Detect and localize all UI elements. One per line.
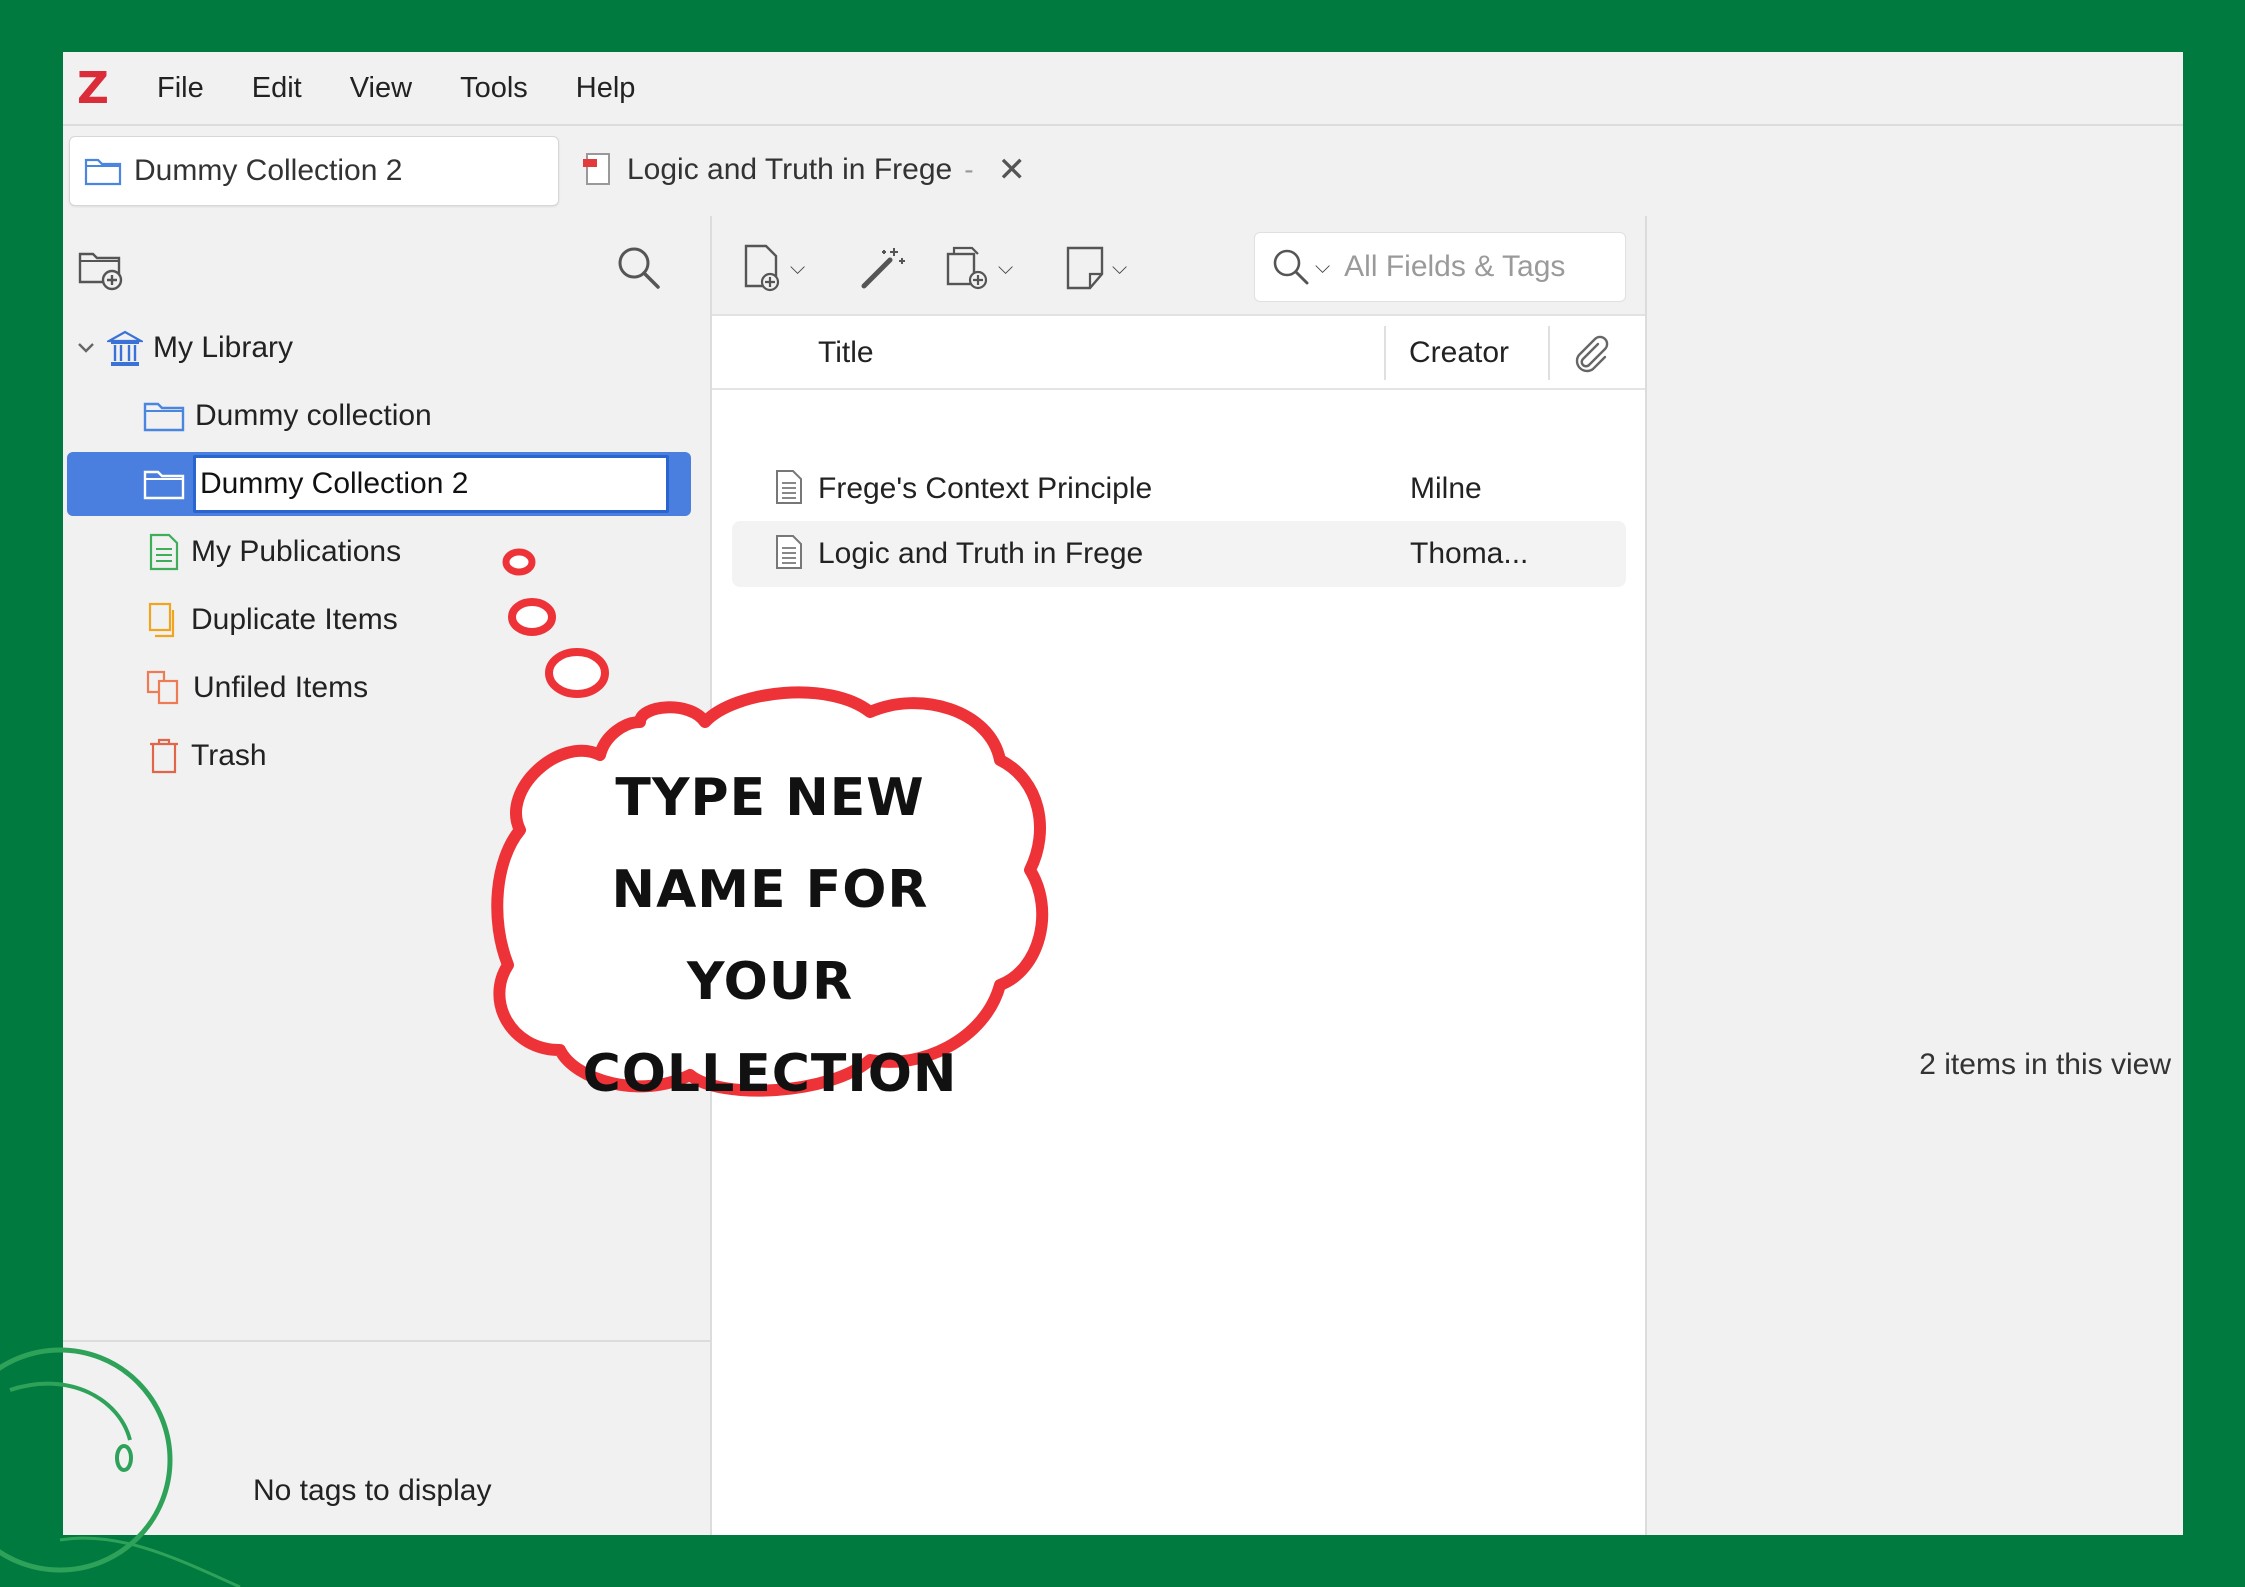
zotero-logo: Z (77, 62, 109, 114)
item-title: Logic and Truth in Frege (818, 537, 1144, 570)
item-pane: 2 items in this view (1647, 216, 2183, 1535)
chevron-down-icon[interactable]: ⌵ (1315, 256, 1330, 279)
close-icon[interactable]: ✕ (998, 150, 1027, 190)
tree-item-label: My Publications (191, 535, 402, 568)
document-icon (774, 534, 804, 575)
tab-reader[interactable]: Logic and Truth in Frege - ✕ (581, 136, 1026, 204)
tab-reader-label: Logic and Truth in Frege (627, 153, 953, 186)
tree-item-label: Duplicate Items (191, 603, 398, 636)
item-count-message: 2 items in this view (1919, 1048, 2171, 1081)
folder-icon (143, 398, 185, 434)
annotation-line: COLLECTION (582, 1044, 958, 1104)
tree-item-label: My Library (153, 331, 294, 364)
note-icon (1064, 244, 1108, 292)
annotation-line: TYPE NEW (615, 768, 925, 828)
new-item-button[interactable]: ⌵ (742, 240, 805, 296)
item-creator: Thoma... (1410, 537, 1529, 570)
tree-item-dummy-collection[interactable]: Dummy collection (63, 384, 710, 448)
column-divider[interactable] (1384, 326, 1386, 380)
column-divider[interactable] (1548, 326, 1550, 380)
new-note-button[interactable]: ⌵ (1064, 240, 1127, 296)
menu-tools[interactable]: Tools (460, 72, 528, 105)
tag-selector-empty-text: No tags to display (253, 1474, 492, 1507)
magic-wand-icon (858, 244, 908, 292)
tab-library-label: Dummy Collection 2 (134, 154, 403, 187)
annotation-line: NAME FOR YOUR (611, 860, 929, 1012)
add-by-identifier-button[interactable] (858, 240, 908, 296)
decorative-swirl (0, 1347, 241, 1587)
tree-item-duplicate-items[interactable]: Duplicate Items (63, 588, 710, 652)
attachment-add-icon (944, 244, 994, 292)
new-attachment-button[interactable]: ⌵ (944, 240, 1013, 296)
items-search-box[interactable]: ⌵ All Fields & Tags (1254, 232, 1626, 302)
folder-icon (84, 155, 122, 187)
column-header-title[interactable]: Title (818, 336, 874, 370)
trash-icon (147, 736, 181, 776)
chevron-down-icon: ⌵ (790, 256, 806, 279)
menu-help[interactable]: Help (576, 72, 636, 105)
column-header-creator[interactable]: Creator (1409, 336, 1509, 370)
tree-item-my-publications[interactable]: My Publications (63, 520, 710, 584)
pdf-icon (581, 151, 615, 189)
chevron-down-icon: ⌵ (998, 256, 1014, 279)
tab-reader-separator: - (964, 154, 974, 185)
annotation-text: TYPE NEW NAME FOR YOUR COLLECTION (520, 752, 1020, 1120)
item-title: Frege's Context Principle (818, 472, 1153, 505)
unfiled-icon (145, 669, 183, 707)
folder-icon (143, 466, 185, 502)
tree-item-dummy-collection-2[interactable] (67, 452, 691, 516)
tab-library[interactable]: Dummy Collection 2 (69, 136, 559, 206)
items-column-headers: Title Creator (712, 316, 1645, 390)
new-collection-icon[interactable] (77, 246, 125, 297)
zotero-window: Z File Edit View Tools Help Dummy Collec… (63, 52, 2183, 1535)
search-placeholder: All Fields & Tags (1344, 250, 1566, 283)
item-creator: Milne (1410, 472, 1482, 505)
table-row[interactable]: Logic and Truth in Frege Thoma... (732, 521, 1626, 587)
menubar: Z File Edit View Tools Help (63, 52, 2183, 124)
search-icon (1271, 247, 1311, 287)
publications-icon (147, 533, 181, 571)
tree-item-unfiled-items[interactable]: Unfiled Items (63, 656, 710, 720)
document-icon (774, 469, 804, 510)
collections-toolbar (63, 216, 710, 316)
chevron-down-icon[interactable] (75, 337, 97, 359)
chevron-down-icon: ⌵ (1112, 256, 1128, 279)
tree-item-label: Unfiled Items (193, 671, 369, 704)
duplicate-icon (147, 601, 181, 639)
tree-item-my-library[interactable]: My Library (63, 316, 710, 380)
tab-bar: Dummy Collection 2 Logic and Truth in Fr… (63, 126, 2183, 216)
items-toolbar: ⌵ ⌵ ⌵ ⌵ All Fields & Tags (712, 216, 1645, 316)
menu-file[interactable]: File (157, 72, 204, 105)
new-item-icon (742, 244, 786, 292)
menu-view[interactable]: View (350, 72, 412, 105)
tree-item-label: Dummy collection (195, 399, 432, 432)
table-row[interactable]: Frege's Context Principle Milne (732, 456, 1626, 522)
library-icon (107, 329, 143, 367)
tree-item-label: Trash (191, 739, 267, 772)
rename-collection-input[interactable] (193, 455, 669, 513)
paperclip-icon[interactable] (1570, 334, 1610, 379)
menu-edit[interactable]: Edit (252, 72, 302, 105)
search-icon[interactable] (615, 244, 663, 297)
